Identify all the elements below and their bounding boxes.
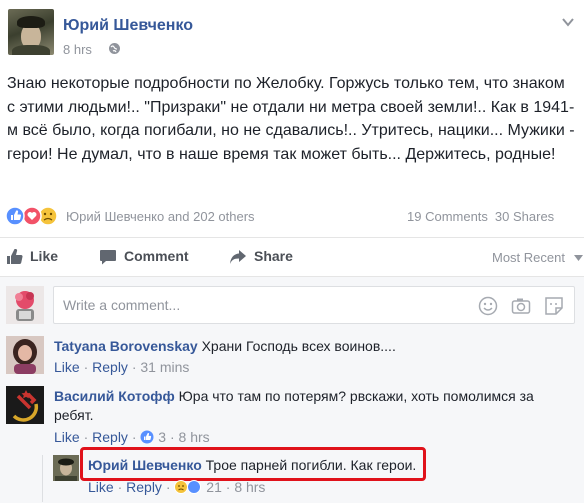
- comment-input[interactable]: [54, 287, 463, 323]
- comment-composer: [53, 286, 575, 324]
- post-time[interactable]: 8 hrs: [63, 42, 92, 57]
- commenter-avatar[interactable]: [6, 386, 44, 424]
- commenter-avatar[interactable]: [6, 336, 44, 374]
- emoji-icon[interactable]: [478, 296, 498, 316]
- sort-label: Most Recent: [492, 250, 565, 265]
- reaction-icons[interactable]: [5, 206, 65, 226]
- comments-count[interactable]: 19 Comments: [407, 209, 488, 224]
- comment-reaction-count[interactable]: 3: [158, 429, 166, 445]
- comment-reply-link[interactable]: Reply: [92, 429, 128, 445]
- post-author[interactable]: Юрий Шевченко: [63, 17, 193, 35]
- reply-reaction-count[interactable]: 21: [206, 479, 222, 495]
- like-button[interactable]: Like: [30, 248, 58, 264]
- chevron-down-icon[interactable]: [561, 15, 575, 29]
- comment-body: Василий Котофф Юра что там по потерям? р…: [54, 387, 564, 425]
- comment-body: Tatyana Borovenskay Храни Господь всех в…: [54, 337, 574, 356]
- sort-dropdown[interactable]: Most Recent: [492, 250, 583, 265]
- share-icon[interactable]: [229, 249, 247, 265]
- sticker-icon[interactable]: [544, 296, 564, 316]
- comment-like-link[interactable]: Like: [54, 359, 80, 375]
- post-text: Знаю некоторые подробности по Желобку. Г…: [7, 75, 575, 163]
- like-icon[interactable]: [6, 249, 24, 265]
- comment-button[interactable]: Comment: [124, 248, 189, 264]
- divider: [0, 237, 584, 238]
- comment-time[interactable]: 8 hrs: [179, 429, 210, 445]
- reactions-summary[interactable]: Юрий Шевченко and 202 others: [66, 209, 255, 224]
- highlight-box: [80, 447, 426, 481]
- shares-count[interactable]: 30 Shares: [495, 209, 554, 224]
- current-user-avatar[interactable]: [6, 286, 44, 324]
- reply-reaction-icons[interactable]: [174, 480, 202, 494]
- reply-thread-line: [42, 455, 43, 502]
- comment-text: Храни Господь всех воинов....: [201, 338, 396, 354]
- reply-meta: Like · Reply · 21 · 8 hrs: [88, 479, 266, 495]
- comment-author[interactable]: Tatyana Borovenskay: [54, 338, 198, 354]
- comment-reply-link[interactable]: Reply: [92, 359, 128, 375]
- comment-like-link[interactable]: Like: [54, 429, 80, 445]
- comment-meta: Like · Reply · 3 · 8 hrs: [54, 429, 210, 445]
- post-counts: 19 Comments 30 Shares: [407, 209, 554, 224]
- globe-icon: [109, 43, 120, 54]
- comment-time[interactable]: 31 mins: [140, 359, 189, 375]
- author-avatar[interactable]: [8, 9, 54, 55]
- comment-author[interactable]: Василий Котофф: [54, 388, 175, 404]
- reply-time[interactable]: 8 hrs: [234, 479, 265, 495]
- reply-reply-link[interactable]: Reply: [126, 479, 162, 495]
- comment-icon[interactable]: [99, 249, 117, 265]
- reply-like-link[interactable]: Like: [88, 479, 114, 495]
- reply-author-avatar[interactable]: [53, 455, 79, 481]
- like-reaction-icon[interactable]: [140, 430, 154, 444]
- comment-meta: Like · Reply · 31 mins: [54, 359, 190, 375]
- camera-icon[interactable]: [511, 296, 531, 316]
- share-button[interactable]: Share: [254, 248, 293, 264]
- caret-down-icon: [573, 255, 583, 262]
